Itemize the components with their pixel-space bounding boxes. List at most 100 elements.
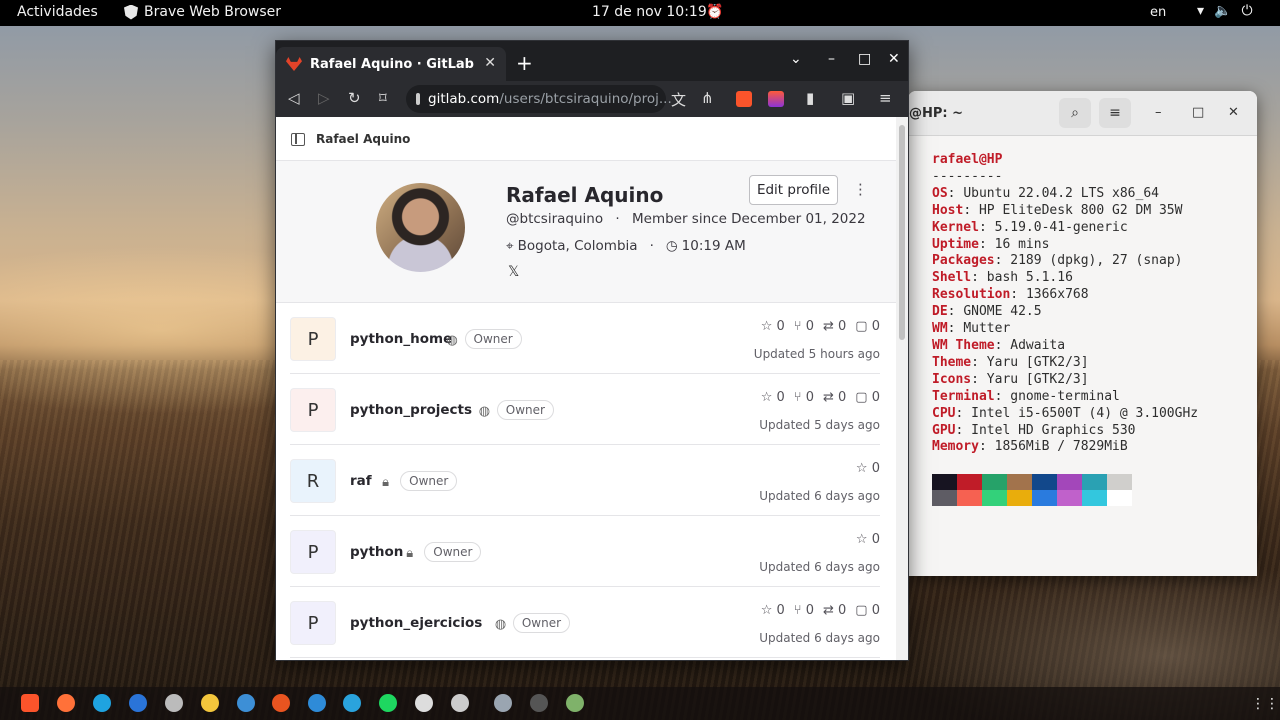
project-stats: ☆ 0 ⑂ 0 ⇄ 0 ▢ 0: [761, 319, 880, 334]
language-indicator[interactable]: en: [1150, 5, 1166, 20]
fork-count[interactable]: ⑂ 0: [794, 603, 814, 618]
breadcrumb[interactable]: Rafael Aquino: [316, 132, 410, 146]
rhythmbox-icon[interactable]: [201, 694, 219, 712]
new-tab-button[interactable]: +: [516, 51, 533, 75]
share-icon[interactable]: ⋔: [701, 89, 714, 107]
close-icon[interactable]: ✕: [1228, 105, 1239, 120]
terminal-window[interactable]: @HP: ~ ⌕ ≡ – □ ✕ rafael@HP --------- OS:…: [908, 91, 1257, 576]
back-icon[interactable]: ◁: [288, 89, 300, 107]
palette-swatch: [1107, 474, 1132, 491]
issue-count[interactable]: ▢ 0: [855, 319, 880, 334]
brave-rewards-icon[interactable]: [768, 91, 784, 107]
edit-profile-button[interactable]: Edit profile: [749, 175, 838, 205]
telegram-icon[interactable]: [343, 694, 361, 712]
project-row[interactable]: Ppython_ejercicios ◍ Owner ☆ 0 ⑂ 0 ⇄ 0 ▢ 0 Upda…: [290, 587, 880, 658]
inkscape-icon[interactable]: [415, 694, 433, 712]
brave-icon[interactable]: [21, 694, 39, 712]
info-key: Icons: [932, 371, 972, 387]
issue-count[interactable]: ▢ 0: [855, 603, 880, 618]
maximize-icon[interactable]: □: [858, 51, 871, 67]
monitor-icon[interactable]: [494, 694, 512, 712]
help-icon[interactable]: [308, 694, 326, 712]
more-actions-icon[interactable]: · · ·: [858, 178, 863, 203]
tab-close-icon[interactable]: ✕: [484, 55, 496, 71]
fork-count[interactable]: ⑂ 0: [794, 390, 814, 405]
star-count[interactable]: ☆ 0: [761, 603, 785, 618]
project-avatar[interactable]: R: [290, 459, 336, 503]
x-social-icon[interactable]: 𝕏: [508, 264, 519, 280]
project-name[interactable]: python_ejercicios: [350, 615, 482, 631]
avatar[interactable]: [376, 183, 465, 272]
activities-button[interactable]: Actividades: [17, 4, 98, 20]
profile-meta: @btcsiraquino · Member since December 01…: [506, 211, 866, 227]
writer-icon[interactable]: [237, 694, 255, 712]
bookmark-icon[interactable]: ⌑: [379, 89, 387, 107]
browser-menu-icon[interactable]: ≡: [879, 89, 892, 107]
site-settings-icon[interactable]: [416, 93, 420, 105]
star-count[interactable]: ☆ 0: [856, 461, 880, 476]
spotify-icon[interactable]: [379, 694, 397, 712]
brave-shields-icon[interactable]: [736, 91, 752, 107]
browser-window[interactable]: Rafael Aquino · GitLab ✕ + ⌄ – □ ✕ ◁ ▷ ↻…: [275, 40, 909, 661]
scrollbar-thumb[interactable]: [899, 125, 905, 340]
clock[interactable]: 17 de nov 10:19: [592, 4, 707, 20]
project-avatar[interactable]: P: [290, 530, 336, 574]
minimize-icon[interactable]: –: [1155, 105, 1162, 120]
star-count[interactable]: ☆ 0: [761, 319, 785, 334]
project-row[interactable]: Ppython 🔒︎ Owner ☆ 0 Updated 6 days ago: [290, 516, 880, 587]
scrollbar[interactable]: [896, 117, 908, 660]
fork-count[interactable]: ⑂ 0: [794, 319, 814, 334]
project-name[interactable]: python_projects: [350, 402, 472, 418]
wallet-icon[interactable]: ▣: [841, 89, 855, 107]
terminal-output[interactable]: rafael@HP --------- OS: Ubuntu 22.04.2 L…: [908, 136, 1257, 507]
system-info-line: CPU: Intel i5-6500T (4) @ 3.100GHz: [932, 405, 1199, 421]
info-value: Intel i5-6500T (4) @ 3.100GHz: [971, 405, 1199, 421]
thunderbird-icon[interactable]: [129, 694, 147, 712]
terminal-app-icon[interactable]: [451, 694, 469, 712]
show-apps-icon[interactable]: ⋮⋮⋮: [1251, 696, 1280, 712]
updated-time: Updated 5 days ago: [759, 418, 880, 432]
project-row[interactable]: Rraf 🔒︎ Owner ☆ 0 Updated 6 days ago: [290, 445, 880, 516]
star-count[interactable]: ☆ 0: [761, 390, 785, 405]
reload-icon[interactable]: ↻: [348, 89, 361, 107]
software-icon[interactable]: [272, 694, 290, 712]
gnome-terminal-icon[interactable]: [530, 694, 548, 712]
system-info-line: Memory: 1856MiB / 7829MiB: [932, 439, 1128, 455]
tab-list-icon[interactable]: ⌄: [790, 51, 802, 67]
member-since: Member since December 01, 2022: [631, 211, 866, 227]
project-name[interactable]: raf: [350, 473, 372, 489]
project-row[interactable]: Ppython_projects ◍ Owner ☆ 0 ⑂ 0 ⇄ 0 ▢ 0 Update…: [290, 374, 880, 445]
merge-request-count[interactable]: ⇄ 0: [823, 319, 846, 334]
project-name[interactable]: python_home: [350, 331, 452, 347]
maximize-icon[interactable]: □: [1192, 105, 1204, 120]
close-icon[interactable]: ✕: [888, 51, 900, 67]
project-name[interactable]: python: [350, 544, 403, 560]
info-key: Memory: [932, 439, 979, 455]
project-avatar[interactable]: P: [290, 601, 336, 645]
translate-icon[interactable]: 文: [671, 89, 686, 110]
project-avatar[interactable]: P: [290, 317, 336, 361]
issue-count[interactable]: ▢ 0: [855, 390, 880, 405]
minimize-icon[interactable]: –: [828, 51, 835, 67]
address-bar[interactable]: gitlab.com/users/btcsiraquino/proj...: [406, 85, 672, 113]
menu-icon[interactable]: ≡: [1099, 98, 1131, 128]
system-tray[interactable]: ▾ 🔈 ⏻: [1197, 3, 1253, 19]
forward-icon[interactable]: ▷: [318, 89, 330, 107]
project-row[interactable]: Ppython_home ◍ Owner ☆ 0 ⑂ 0 ⇄ 0 ▢ 0 Updated 5 …: [290, 303, 880, 374]
star-count[interactable]: ☆ 0: [856, 532, 880, 547]
merge-request-count[interactable]: ⇄ 0: [823, 603, 846, 618]
trash-icon[interactable]: [566, 694, 584, 712]
sidebar-toggle-icon[interactable]: ▮: [806, 89, 814, 107]
search-icon[interactable]: ⌕: [1059, 98, 1091, 128]
info-key: Shell: [932, 270, 972, 286]
app-menu[interactable]: Brave Web Browser: [124, 4, 281, 20]
files-icon[interactable]: [165, 694, 183, 712]
system-info-line: OS: Ubuntu 22.04.2 LTS x86_64: [932, 185, 1159, 201]
project-avatar[interactable]: P: [290, 388, 336, 432]
firefox-icon[interactable]: [57, 694, 75, 712]
sidebar-toggle-icon[interactable]: [291, 133, 305, 146]
edge-icon[interactable]: [93, 694, 111, 712]
project-stats: ☆ 0: [856, 532, 880, 547]
merge-request-count[interactable]: ⇄ 0: [823, 390, 846, 405]
tab-gitlab[interactable]: Rafael Aquino · GitLab ✕: [276, 47, 506, 81]
